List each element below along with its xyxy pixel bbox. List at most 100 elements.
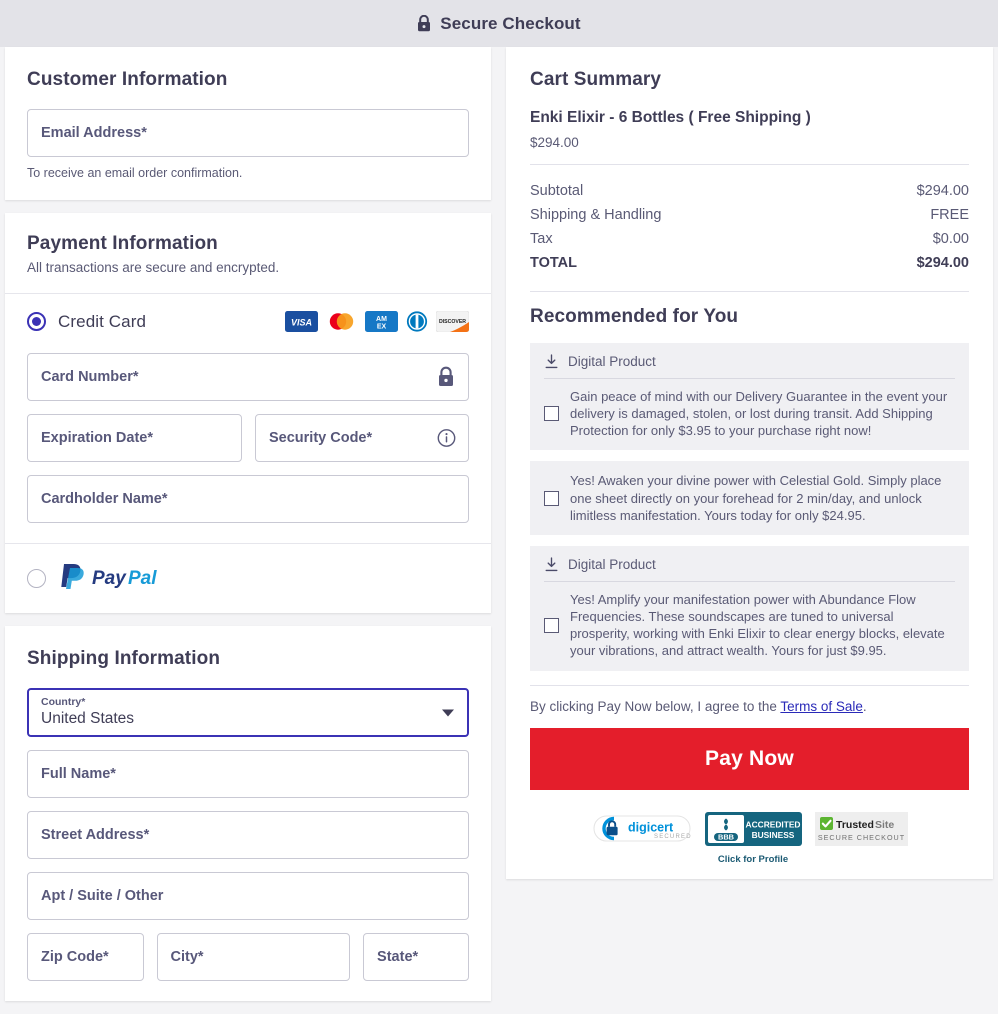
bbb-caption[interactable]: Click for Profile bbox=[705, 854, 802, 865]
expiration-date-field[interactable]: Expiration Date* bbox=[27, 414, 242, 462]
upsell-description: Yes! Awaken your divine power with Celes… bbox=[570, 473, 942, 523]
checkout-page: Customer Information Email Address* To r… bbox=[0, 47, 998, 1014]
order-summary-card: Cart Summary Enki Elixir - 6 Bottles ( F… bbox=[506, 47, 993, 879]
cart-summary-heading: Cart Summary bbox=[530, 69, 662, 90]
tax-value: $0.00 bbox=[932, 231, 969, 247]
tax-label: Tax bbox=[530, 231, 553, 247]
discover-icon: DISCOVER bbox=[436, 311, 469, 332]
upsell-body: Yes! Amplify your manifestation power wi… bbox=[544, 591, 955, 660]
lock-icon bbox=[417, 15, 431, 32]
total-value: $294.00 bbox=[916, 255, 969, 271]
info-icon[interactable] bbox=[437, 429, 456, 448]
card-brand-logos: VISA AM EX DISCOVER bbox=[285, 311, 469, 332]
terms-suffix: . bbox=[862, 698, 867, 714]
cart-product-price: $294.00 bbox=[530, 135, 579, 150]
svg-text:BUSINESS: BUSINESS bbox=[751, 830, 794, 840]
svg-text:DISCOVER: DISCOVER bbox=[439, 319, 466, 325]
country-label: Country* bbox=[41, 696, 86, 709]
city-label: City* bbox=[170, 949, 204, 965]
bbb-badge[interactable]: BBB ACCREDITED BUSINESS Click for Profil… bbox=[704, 811, 802, 865]
shipping-information-heading: Shipping Information bbox=[27, 648, 221, 669]
customer-information-heading: Customer Information bbox=[27, 69, 228, 90]
state-field[interactable]: State* bbox=[363, 933, 469, 981]
chevron-down-icon[interactable] bbox=[442, 709, 454, 716]
shipping-value: FREE bbox=[930, 207, 969, 223]
upsell-checkbox[interactable] bbox=[544, 406, 559, 422]
credit-card-fields: Card Number* Expiration Date* Security C… bbox=[5, 349, 491, 543]
svg-text:Pal: Pal bbox=[128, 568, 157, 589]
street-address-label: Street Address* bbox=[41, 827, 150, 843]
payment-method-credit-card[interactable]: Credit Card VISA AM EX DISCOVER bbox=[5, 293, 491, 349]
upsell-description: Gain peace of mind with our Delivery Gua… bbox=[570, 389, 948, 439]
divider bbox=[530, 291, 969, 292]
email-hint: To receive an email order confirmation. bbox=[27, 166, 243, 180]
customer-information-card: Customer Information Email Address* To r… bbox=[5, 47, 491, 200]
svg-text:digicert: digicert bbox=[628, 820, 674, 834]
svg-text:EX: EX bbox=[377, 323, 387, 330]
recommended-list: Digital Product Gain peace of mind with … bbox=[530, 343, 969, 671]
full-name-field[interactable]: Full Name* bbox=[27, 750, 469, 798]
apt-suite-field[interactable]: Apt / Suite / Other bbox=[27, 872, 469, 920]
zip-code-label: Zip Code* bbox=[41, 949, 109, 965]
tax-row: Tax $0.00 bbox=[530, 227, 969, 251]
digicert-badge[interactable]: digicert SECURED bbox=[592, 812, 692, 845]
upsell-item[interactable]: Digital Product Gain peace of mind with … bbox=[530, 343, 969, 451]
subtotal-row: Subtotal $294.00 bbox=[530, 179, 969, 203]
cardholder-name-field[interactable]: Cardholder Name* bbox=[27, 475, 469, 523]
upsell-description: Yes! Amplify your manifestation power wi… bbox=[570, 591, 945, 659]
svg-text:SECURE CHECKOUT: SECURE CHECKOUT bbox=[817, 833, 904, 842]
download-icon bbox=[545, 354, 558, 369]
expiry-cvv-row: Expiration Date* Security Code* bbox=[27, 414, 469, 462]
upsell-checkbox[interactable] bbox=[544, 490, 559, 506]
radio-dot bbox=[32, 317, 41, 326]
visa-icon: VISA bbox=[285, 311, 318, 332]
country-value: United States bbox=[41, 709, 135, 727]
payment-information-card: Payment Information All transactions are… bbox=[5, 213, 491, 613]
email-field-label: Email Address* bbox=[41, 125, 147, 141]
svg-text:Site: Site bbox=[875, 819, 894, 831]
zip-code-field[interactable]: Zip Code* bbox=[27, 933, 144, 981]
recommended-heading: Recommended for You bbox=[530, 306, 739, 327]
street-address-field[interactable]: Street Address* bbox=[27, 811, 469, 859]
upsell-body: Yes! Awaken your divine power with Celes… bbox=[544, 472, 955, 523]
terms-notice: By clicking Pay Now below, I agree to th… bbox=[530, 699, 969, 714]
payment-information-heading: Payment Information bbox=[27, 233, 218, 254]
upsell-item[interactable]: Yes! Awaken your divine power with Celes… bbox=[530, 461, 969, 535]
paypal-radio[interactable] bbox=[27, 569, 46, 588]
pay-now-button[interactable]: Pay Now bbox=[530, 727, 969, 790]
upsell-item[interactable]: Digital Product Yes! Amplify your manife… bbox=[530, 545, 969, 671]
country-select[interactable]: Country* United States bbox=[27, 688, 469, 737]
left-column: Customer Information Email Address* To r… bbox=[5, 47, 491, 1014]
divider bbox=[530, 164, 969, 165]
diners-club-icon bbox=[406, 311, 428, 332]
credit-card-radio[interactable] bbox=[27, 312, 46, 331]
payment-method-paypal[interactable]: Pay Pal bbox=[5, 543, 491, 613]
trustedsite-badge[interactable]: Trusted Site SECURE CHECKOUT bbox=[814, 811, 908, 846]
lock-icon bbox=[436, 366, 456, 388]
zip-city-state-row: Zip Code* City* State* bbox=[27, 933, 469, 981]
city-field[interactable]: City* bbox=[156, 933, 351, 981]
amex-icon: AM EX bbox=[365, 311, 398, 332]
upsell-checkbox[interactable] bbox=[544, 617, 559, 633]
secure-checkout-header: Secure Checkout bbox=[0, 0, 998, 47]
svg-text:Pay: Pay bbox=[92, 568, 127, 589]
state-label: State* bbox=[377, 949, 419, 965]
subtotal-value: $294.00 bbox=[916, 183, 969, 199]
terms-of-sale-link[interactable]: Terms of Sale bbox=[780, 699, 863, 714]
shipping-information-card: Shipping Information Country* United Sta… bbox=[5, 626, 491, 1001]
security-code-field[interactable]: Security Code* bbox=[255, 414, 469, 462]
full-name-label: Full Name* bbox=[41, 766, 116, 782]
header-title: Secure Checkout bbox=[440, 13, 581, 33]
email-field[interactable]: Email Address* bbox=[27, 109, 469, 157]
card-number-field[interactable]: Card Number* bbox=[27, 353, 469, 401]
svg-text:AM: AM bbox=[376, 316, 387, 323]
digital-product-label: Digital Product bbox=[568, 556, 656, 572]
download-icon bbox=[545, 557, 558, 572]
shipping-row: Shipping & Handling FREE bbox=[530, 203, 969, 227]
svg-text:SECURED: SECURED bbox=[654, 834, 692, 840]
paypal-icon: Pay Pal bbox=[58, 561, 170, 596]
cardholder-name-label: Cardholder Name* bbox=[41, 491, 168, 507]
security-code-label: Security Code* bbox=[269, 430, 373, 446]
svg-text:Trusted: Trusted bbox=[836, 819, 874, 831]
digital-product-tag: Digital Product bbox=[544, 557, 955, 582]
